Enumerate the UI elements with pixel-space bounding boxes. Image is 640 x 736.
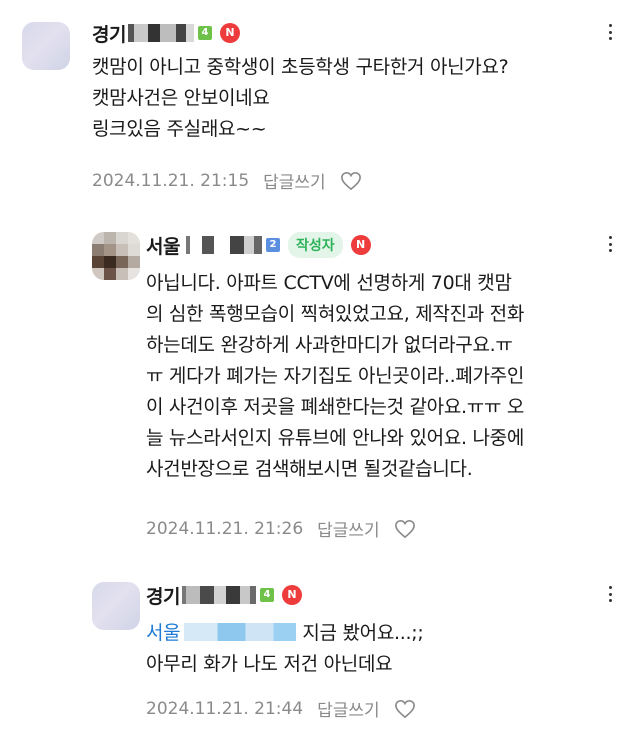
new-badge: N <box>281 585 302 605</box>
heart-icon[interactable] <box>394 519 416 539</box>
nickname-redacted <box>185 236 262 254</box>
comment-line: 서울 지금 봤어요...;; <box>146 618 424 649</box>
avatar[interactable] <box>92 582 140 630</box>
reply-button[interactable]: 답글쓰기 <box>317 696 380 721</box>
level-badge: 2 <box>265 238 280 252</box>
more-options-icon[interactable] <box>600 234 620 254</box>
reply-button[interactable]: 답글쓰기 <box>317 516 380 541</box>
comment-line: 캣맘사건은 안보이네요 <box>92 87 270 109</box>
more-options-icon[interactable] <box>600 22 620 42</box>
new-badge: N <box>350 235 371 255</box>
comment-1: 경기 4 N 캣맘이 아니고 중학생이 초등학생 구타한거 아닌가요? 캣맘사건… <box>0 0 640 200</box>
comment-line: 사건반장으로 검색해보시면 될것같습니다. <box>146 458 473 480</box>
comment-meta: 2024.11.21. 21:26 답글쓰기 <box>146 516 416 541</box>
comment-line: 늘 뉴스라서인지 유튜브에 안나와 있어요. 나중에 <box>146 427 525 449</box>
comment-meta: 2024.11.21. 21:15 답글쓰기 <box>92 168 362 193</box>
comment-text: 캣맘이 아니고 중학생이 초등학생 구타한거 아닌가요? 캣맘사건은 안보이네요… <box>92 52 509 145</box>
reply-button[interactable]: 답글쓰기 <box>263 168 326 193</box>
timestamp: 2024.11.21. 21:26 <box>146 518 304 539</box>
nickname-redacted <box>127 24 194 42</box>
comment-header: 경기 4 N <box>146 580 302 610</box>
more-options-icon[interactable] <box>600 584 620 604</box>
level-badge: 4 <box>259 588 274 602</box>
comment-meta: 2024.11.21. 21:44 답글쓰기 <box>146 696 416 721</box>
heart-icon[interactable] <box>340 171 362 191</box>
comment-text: 아닙니다. 아파트 CCTV에 선명하게 70대 캣맘 의 심한 폭행모습이 찍… <box>146 268 524 485</box>
comment-header: 경기 4 N <box>92 18 240 48</box>
new-badge: N <box>219 23 240 43</box>
comment-line: 링크있음 주실래요~~ <box>92 118 267 140</box>
comment-line: 캣맘이 아니고 중학생이 초등학생 구타한거 아닌가요? <box>92 56 509 78</box>
nickname-region[interactable]: 서울 <box>146 232 180 259</box>
author-badge: 작성자 <box>287 232 343 258</box>
avatar[interactable] <box>22 22 70 70</box>
nickname-region[interactable]: 경기 <box>146 582 180 609</box>
comment-3: 경기 4 N 서울 지금 봤어요...;; 아무리 화가 나도 저건 아닌데요 2… <box>0 560 640 736</box>
timestamp: 2024.11.21. 21:15 <box>92 170 250 191</box>
heart-icon[interactable] <box>394 699 416 719</box>
comment-line: ㅠ 게다가 폐가는 자기집도 아닌곳이라..폐가주인 <box>146 365 525 387</box>
comment-line: 아무리 화가 나도 저건 아닌데요 <box>146 653 393 675</box>
comment-line: 아닙니다. 아파트 CCTV에 선명하게 70대 캣맘 <box>146 272 512 294</box>
mention-redacted <box>184 623 297 641</box>
comment-text: 서울 지금 봤어요...;; 아무리 화가 나도 저건 아닌데요 <box>146 618 424 680</box>
level-badge: 4 <box>197 26 212 40</box>
comment-line: 하는데도 완강하게 사과한마디가 없더라구요.ㅠ <box>146 334 513 356</box>
mention-link[interactable]: 서울 <box>146 622 181 644</box>
comment-header: 서울 2 작성자 N <box>146 230 371 260</box>
comment-2: 서울 2 작성자 N 아닙니다. 아파트 CCTV에 선명하게 70대 캣맘 의… <box>0 200 640 560</box>
comment-line: 이 사건이후 저곳을 폐쇄한다는것 같아요.ㅠㅠ 오 <box>146 396 525 418</box>
nickname-region[interactable]: 경기 <box>92 20 126 47</box>
nickname-redacted <box>181 586 256 604</box>
avatar[interactable] <box>92 232 140 280</box>
comment-line: 의 심한 폭행모습이 찍혀있었고요, 제작진과 전화 <box>146 303 525 325</box>
timestamp: 2024.11.21. 21:44 <box>146 698 304 719</box>
comment-line-text: 지금 봤어요...;; <box>302 622 424 644</box>
